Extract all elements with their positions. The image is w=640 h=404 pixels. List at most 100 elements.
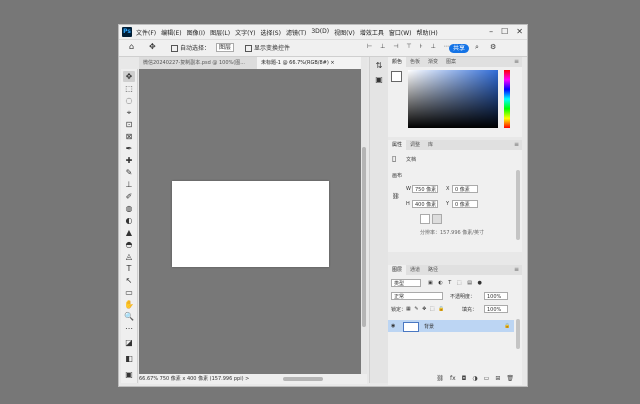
tab-color[interactable]: 颜色 xyxy=(388,57,407,67)
menu-view[interactable]: 视图(V) xyxy=(334,28,355,37)
auto-select-checkbox[interactable]: 自动选择： xyxy=(171,43,210,52)
type-tool-icon[interactable]: T xyxy=(123,263,135,274)
menu-file[interactable]: 文件(F) xyxy=(136,28,156,37)
share-button[interactable]: 共享 xyxy=(449,44,469,53)
auto-select-dropdown[interactable]: 图层 xyxy=(216,43,235,52)
gear-icon[interactable]: ⚙ xyxy=(490,43,496,51)
move-tool-icon[interactable]: ✥ xyxy=(123,71,135,82)
eyedropper-tool-icon[interactable]: ✒ xyxy=(123,143,135,154)
tab-channels[interactable]: 通道 xyxy=(406,265,424,275)
layer-filter-icons[interactable]: ▣ ◐ T ⬚ ▤ ● xyxy=(428,280,484,286)
tab-layers[interactable]: 图层 xyxy=(388,265,407,275)
hand-tool-icon[interactable]: ✋ xyxy=(123,299,135,310)
zoom-level[interactable]: 66.67% xyxy=(139,376,158,382)
tab-document-1[interactable]: 微信20240227-复制副本.psd @ 100%(图... xyxy=(139,57,255,69)
tab-libraries[interactable]: 库 xyxy=(424,140,437,150)
tab-patterns[interactable]: 图案 xyxy=(442,57,460,67)
new-layer-icon[interactable]: ⊞ xyxy=(495,375,500,382)
move-tool-icon[interactable]: ✥ xyxy=(149,42,156,51)
comment-icon[interactable]: ▣ xyxy=(374,75,384,85)
gradient-tool-icon[interactable]: ◐ xyxy=(123,215,135,226)
pen-tool-icon[interactable]: ◬ xyxy=(123,251,135,262)
menu-filter[interactable]: 滤镜(T) xyxy=(286,28,306,37)
marquee-tool-icon[interactable]: ⬚ xyxy=(123,83,135,94)
minimize-button[interactable]: – xyxy=(489,27,493,36)
frame-tool-icon[interactable]: ⊠ xyxy=(123,131,135,142)
screen-mode-icon[interactable]: ▣ xyxy=(123,369,135,380)
zoom-tool-icon[interactable]: 🔍 xyxy=(123,311,135,322)
link-layers-icon[interactable]: ⛓ xyxy=(436,375,444,382)
panel-menu-icon[interactable]: ≡ xyxy=(514,140,519,150)
link-dimensions-icon[interactable]: ⛓ xyxy=(392,193,400,200)
menu-window[interactable]: 窗口(W) xyxy=(389,28,412,37)
menu-3d[interactable]: 3D(D) xyxy=(311,28,329,37)
menu-image[interactable]: 图像(I) xyxy=(187,28,205,37)
new-group-icon[interactable]: ▭ xyxy=(484,375,490,382)
color-picker-field[interactable] xyxy=(408,70,498,128)
menu-help[interactable]: 帮助(H) xyxy=(417,28,438,37)
adjustment-layer-icon[interactable]: ◑ xyxy=(472,375,477,382)
layers-scrollbar[interactable] xyxy=(516,319,520,349)
canvas-vertical-scrollbar[interactable] xyxy=(361,57,367,383)
crop-tool-icon[interactable]: ⊡ xyxy=(123,119,135,130)
portrait-orientation-button[interactable] xyxy=(420,214,430,224)
quick-select-icon[interactable]: ⌖ xyxy=(123,107,135,118)
menu-layer[interactable]: 图层(L) xyxy=(210,28,230,37)
history-icon[interactable]: ⇅ xyxy=(374,61,384,71)
history-brush-icon[interactable]: ✐ xyxy=(123,191,135,202)
scroll-thumb[interactable] xyxy=(362,147,366,327)
document-canvas[interactable] xyxy=(172,181,329,267)
blur-tool-icon[interactable]: ▲ xyxy=(123,227,135,238)
visibility-eye-icon[interactable]: ◉ xyxy=(391,323,395,329)
foreground-color-swatch[interactable] xyxy=(391,71,402,82)
canvas-area[interactable] xyxy=(139,69,361,374)
quick-mask-icon[interactable]: ◧ xyxy=(123,353,135,364)
tab-close-icon[interactable]: × xyxy=(330,60,334,66)
dodge-tool-icon[interactable]: ◓ xyxy=(123,239,135,250)
show-transform-checkbox[interactable]: 显示变换控件 xyxy=(245,43,290,52)
menu-select[interactable]: 选择(S) xyxy=(260,28,281,37)
tab-swatches[interactable]: 色板 xyxy=(406,57,424,67)
align-icons[interactable]: ⊢ ⊥ ⊣ ⊤ ⊦ ⊥ ⋯ xyxy=(367,43,453,50)
horizontal-scroll-thumb[interactable] xyxy=(283,377,323,381)
y-field[interactable]: 0 像素 xyxy=(452,200,478,208)
lasso-tool-icon[interactable]: ◌ xyxy=(123,95,135,106)
layer-row-background[interactable]: ◉ 背景 🔒 xyxy=(388,320,514,332)
properties-scrollbar[interactable] xyxy=(516,170,520,240)
healing-tool-icon[interactable]: ✚ xyxy=(123,155,135,166)
brush-tool-icon[interactable]: ✎ xyxy=(123,167,135,178)
more-tools-icon[interactable]: ⋯ xyxy=(123,323,135,334)
x-field[interactable]: 0 像素 xyxy=(452,185,478,193)
layer-filter-dropdown[interactable]: 类型 xyxy=(391,279,421,287)
tab-document-2[interactable]: 未标题-1 @ 66.7%(RGB/8#) × xyxy=(257,57,361,69)
opacity-field[interactable]: 100% xyxy=(484,292,508,300)
blend-mode-dropdown[interactable]: 正常 xyxy=(391,292,443,300)
path-select-icon[interactable]: ↖ xyxy=(123,275,135,286)
search-icon[interactable]: ⌕ xyxy=(475,43,479,52)
layer-lock-icon[interactable]: 🔒 xyxy=(504,323,510,329)
fill-field[interactable]: 100% xyxy=(484,305,508,313)
canvas-section-header[interactable]: 画布 xyxy=(392,172,402,179)
home-icon[interactable]: ⌂ xyxy=(129,42,134,51)
tab-properties[interactable]: 属性 xyxy=(388,140,407,150)
height-field[interactable]: 400 像素 xyxy=(412,200,438,208)
landscape-orientation-button[interactable] xyxy=(432,214,442,224)
panel-menu-icon[interactable]: ≡ xyxy=(514,265,519,275)
delete-layer-icon[interactable]: 🗑 xyxy=(506,375,514,382)
menu-plugins[interactable]: 增效工具 xyxy=(360,28,384,37)
tab-gradients[interactable]: 渐变 xyxy=(424,57,442,67)
rectangle-tool-icon[interactable]: ▭ xyxy=(123,287,135,298)
status-arrow-icon[interactable]: > xyxy=(245,376,249,382)
width-field[interactable]: 750 像素 xyxy=(412,185,438,193)
layer-name[interactable]: 背景 xyxy=(424,323,434,330)
lock-icons[interactable]: ▦ ✎ ✥ ⬚ 🔒 xyxy=(406,306,445,312)
eraser-tool-icon[interactable]: ◍ xyxy=(123,203,135,214)
hue-slider[interactable] xyxy=(504,70,510,128)
add-mask-icon[interactable]: ◘ xyxy=(462,375,467,382)
menu-type[interactable]: 文字(Y) xyxy=(235,28,255,37)
menu-edit[interactable]: 编辑(E) xyxy=(161,28,181,37)
panel-menu-icon[interactable]: ≡ xyxy=(514,57,519,67)
tab-paths[interactable]: 路径 xyxy=(424,265,442,275)
color-swatch-icon[interactable]: ◪ xyxy=(123,337,135,348)
maximize-button[interactable]: ☐ xyxy=(501,27,508,36)
